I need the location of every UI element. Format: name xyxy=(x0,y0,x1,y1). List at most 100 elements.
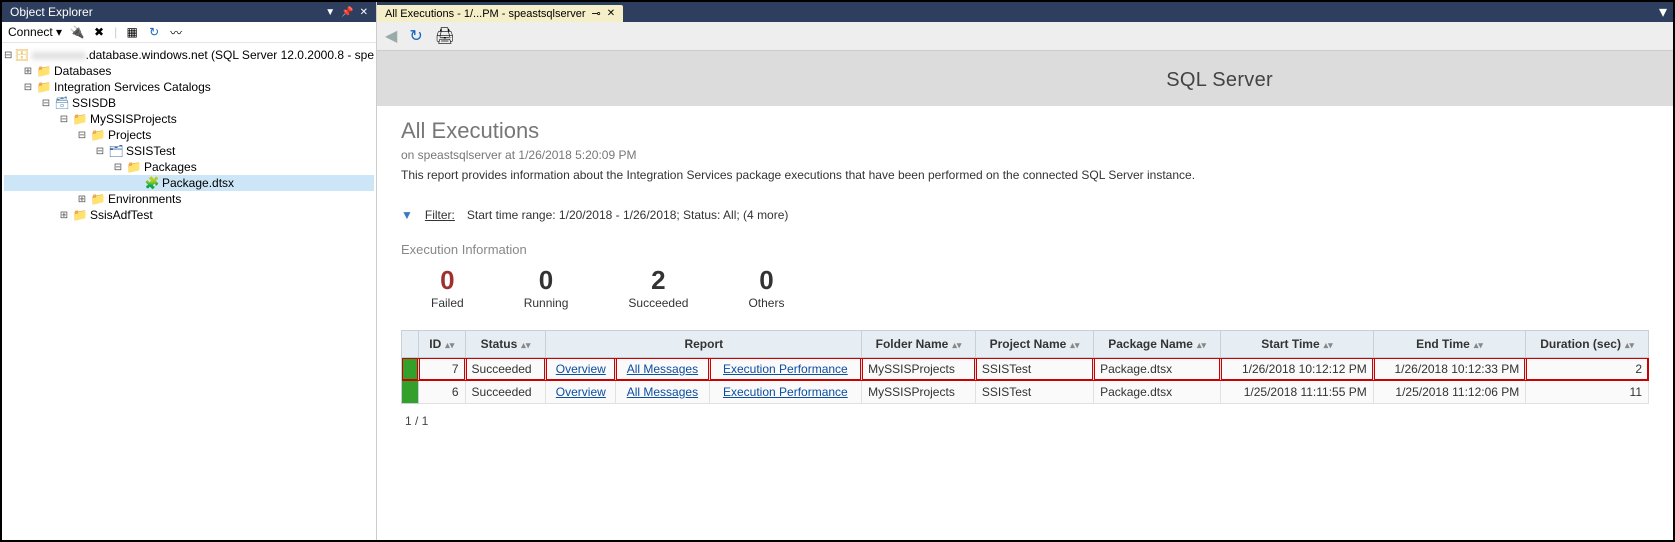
expand-icon[interactable]: ⊞ xyxy=(22,66,34,77)
all-messages-link[interactable]: All Messages xyxy=(622,362,702,376)
collapse-icon[interactable]: ⊟ xyxy=(76,130,88,141)
report-header: SQL Server xyxy=(377,51,1673,106)
sort-icon[interactable]: ▴▾ xyxy=(1197,340,1206,350)
collapse-icon[interactable]: ⊟ xyxy=(40,98,52,109)
tree-node-databases[interactable]: ⊞ 📁 Databases xyxy=(4,63,374,79)
collapse-icon[interactable]: ⊟ xyxy=(4,50,12,61)
tab-overflow-icon[interactable]: ▾ xyxy=(1653,2,1673,22)
exec-perf-link[interactable]: Execution Performance xyxy=(716,385,856,399)
table-row[interactable]: 7 Succeeded Overview All Messages Execut… xyxy=(402,358,1649,381)
tab-pin-icon[interactable]: ⊸ xyxy=(592,7,601,20)
cell-id: 7 xyxy=(419,358,466,381)
sort-icon[interactable]: ▴▾ xyxy=(521,340,530,350)
col-folder[interactable]: Folder Name▴▾ xyxy=(862,331,976,358)
panel-dropdown-icon[interactable]: ▼ xyxy=(325,7,335,18)
tree-label: Environments xyxy=(108,192,181,206)
server-prefix-blur: xxxxxxxxx xyxy=(32,48,86,62)
tree-label: SSISDB xyxy=(72,96,116,110)
tree-label: Projects xyxy=(108,128,151,142)
tree-node-ssisadftest[interactable]: ⊞ 📁 SsisAdfTest xyxy=(4,207,374,223)
sort-icon[interactable]: ▴▾ xyxy=(1070,340,1079,350)
col-report: Report xyxy=(546,331,862,358)
tree-node-isc[interactable]: ⊟ 📁 Integration Services Catalogs xyxy=(4,79,374,95)
counter-label: Others xyxy=(748,296,784,310)
counter-failed: 0 Failed xyxy=(431,265,464,310)
tree-label: Databases xyxy=(54,64,111,78)
tree-node-projects[interactable]: ⊟ 📁 Projects xyxy=(4,127,374,143)
counter-others: 0 Others xyxy=(748,265,784,310)
report-description: This report provides information about t… xyxy=(401,168,1649,182)
folder-icon: 📁 xyxy=(72,112,88,126)
col-project[interactable]: Project Name▴▾ xyxy=(975,331,1093,358)
tree-node-environments[interactable]: ⊞ 📁 Environments xyxy=(4,191,374,207)
tree-node-packages[interactable]: ⊟ 📁 Packages xyxy=(4,159,374,175)
col-status[interactable]: Status▴▾ xyxy=(465,331,546,358)
sort-icon[interactable]: ▴▾ xyxy=(952,340,961,350)
overview-link[interactable]: Overview xyxy=(552,385,609,399)
col-duration[interactable]: Duration (sec)▴▾ xyxy=(1526,331,1649,358)
refresh-icon[interactable]: ↻ xyxy=(147,25,161,39)
pager: 1 / 1 xyxy=(401,404,1649,438)
collapse-icon[interactable]: ⊟ xyxy=(94,146,106,157)
collapse-icon[interactable]: ⊟ xyxy=(112,162,124,173)
folder-icon: 📁 xyxy=(72,208,88,222)
col-package[interactable]: Package Name▴▾ xyxy=(1094,331,1221,358)
connect-button[interactable]: Connect ▾ xyxy=(8,25,62,39)
tree-node-server[interactable]: ⊟ 🗄 xxxxxxxxx.database.windows.net (SQL … xyxy=(4,47,374,63)
counter-value: 0 xyxy=(524,265,569,296)
sort-icon[interactable]: ▴▾ xyxy=(1324,340,1333,350)
back-icon[interactable]: ◀ xyxy=(385,26,397,46)
connect-icon[interactable]: 🔌 xyxy=(70,25,84,39)
disconnect-icon[interactable]: ✖ xyxy=(92,25,106,39)
tree-label: Integration Services Catalogs xyxy=(54,80,211,94)
tree-node-package-dtsx[interactable]: 🧩 Package.dtsx xyxy=(4,175,374,191)
collapse-icon[interactable]: ⊟ xyxy=(22,82,34,93)
cell-package: Package.dtsx xyxy=(1094,358,1221,381)
tab-all-executions[interactable]: All Executions - 1/...PM - speastsqlserv… xyxy=(377,5,623,22)
close-icon[interactable]: ✕ xyxy=(360,7,368,18)
cell-link-overview: Overview xyxy=(546,381,616,404)
tree-label: MySSISProjects xyxy=(90,112,177,126)
refresh-icon[interactable]: ↻ xyxy=(409,26,422,46)
expand-icon[interactable]: ⊞ xyxy=(76,194,88,205)
tree-node-ssisdb[interactable]: ⊟ 🗃 SSISDB xyxy=(4,95,374,111)
filter-icon[interactable]: ▦ xyxy=(125,25,139,39)
col-end[interactable]: End Time▴▾ xyxy=(1373,331,1526,358)
tree-label: SSISTest xyxy=(126,144,175,158)
sort-icon[interactable]: ▴▾ xyxy=(1474,340,1483,350)
all-messages-link[interactable]: All Messages xyxy=(622,385,702,399)
tab-close-icon[interactable]: ✕ xyxy=(607,8,615,19)
cell-start: 1/26/2018 10:12:12 PM xyxy=(1221,358,1374,381)
cell-start: 1/25/2018 11:11:55 PM xyxy=(1221,381,1374,404)
sort-icon[interactable]: ▴▾ xyxy=(1625,340,1634,350)
sort-icon[interactable]: ▴▾ xyxy=(445,340,454,350)
tree-label: Package.dtsx xyxy=(162,176,234,190)
tab-strip: All Executions - 1/...PM - speastsqlserv… xyxy=(377,2,1673,22)
funnel-icon[interactable]: ▼ xyxy=(401,208,413,222)
table-row[interactable]: 6 Succeeded Overview All Messages Execut… xyxy=(402,381,1649,404)
cell-link-allmsg: All Messages xyxy=(616,381,709,404)
activity-icon[interactable]: 〰 xyxy=(169,25,183,39)
server-icon: 🗄 xyxy=(14,48,29,62)
cell-end: 1/26/2018 10:12:33 PM xyxy=(1373,358,1526,381)
server-label: .database.windows.net (SQL Server 12.0.2… xyxy=(86,48,374,62)
exec-perf-link[interactable]: Execution Performance xyxy=(716,362,856,376)
counter-value: 0 xyxy=(431,265,464,296)
tree-node-myssisprojects[interactable]: ⊟ 📁 MySSISProjects xyxy=(4,111,374,127)
overview-link[interactable]: Overview xyxy=(552,362,609,376)
tree-node-ssistest[interactable]: ⊟ 🗂 SSISTest xyxy=(4,143,374,159)
folder-icon: 📁 xyxy=(126,160,142,174)
col-id[interactable]: ID▴▾ xyxy=(419,331,466,358)
expand-icon[interactable]: ⊞ xyxy=(58,210,70,221)
pin-icon[interactable]: 📌 xyxy=(341,7,353,18)
filter-link[interactable]: Filter: xyxy=(425,208,455,222)
counter-value: 0 xyxy=(748,265,784,296)
cell-id: 6 xyxy=(419,381,466,404)
cell-end: 1/25/2018 11:12:06 PM xyxy=(1373,381,1526,404)
report-subtitle: on speastsqlserver at 1/26/2018 5:20:09 … xyxy=(401,148,1649,162)
col-start[interactable]: Start Time▴▾ xyxy=(1221,331,1374,358)
cell-folder: MySSISProjects xyxy=(862,381,976,404)
print-icon[interactable]: 🖨 xyxy=(435,26,455,46)
cell-project: SSISTest xyxy=(975,381,1093,404)
collapse-icon[interactable]: ⊟ xyxy=(58,114,70,125)
